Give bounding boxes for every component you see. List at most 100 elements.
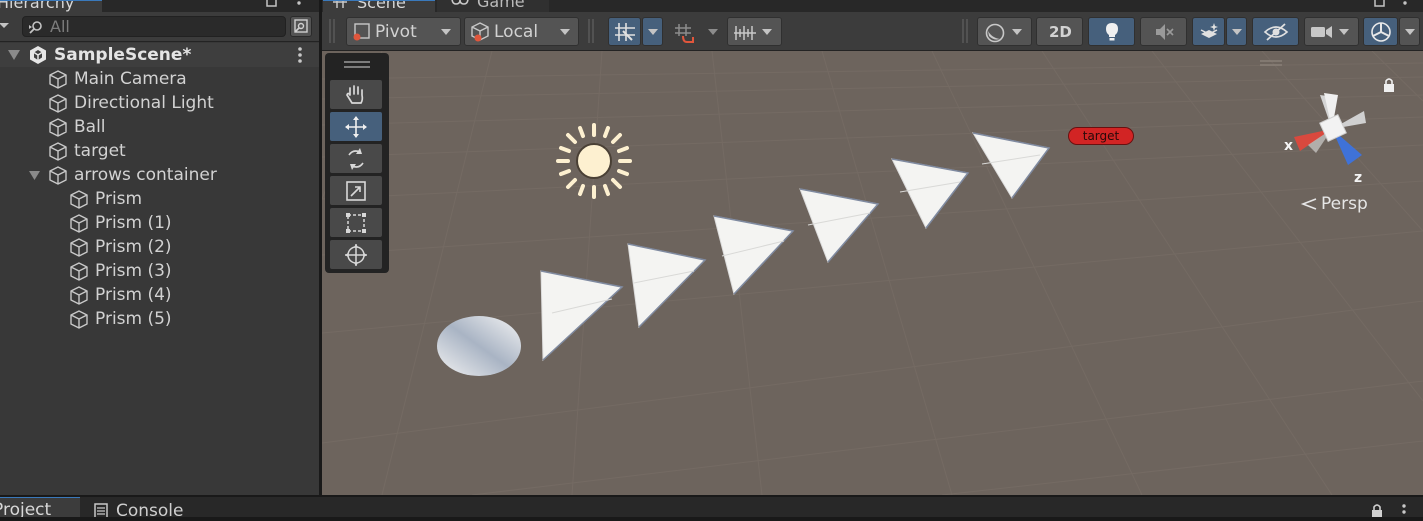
move-arrows-icon [345,116,367,138]
add-dropdown-caret-icon[interactable] [0,20,9,30]
grid-snapping-dropdown[interactable] [642,17,663,46]
hierarchy-item-prism-3[interactable]: Prism (3) [0,259,319,283]
scene-viewport[interactable]: target x z Persp [322,51,1423,495]
hierarchy-item-label: Prism [95,189,143,209]
hierarchy-item-prism-5[interactable]: Prism (5) [0,307,319,331]
gameobject-cube-icon [70,262,88,281]
local-dropdown[interactable]: Local [464,17,579,46]
persp-arrow-icon [1300,198,1317,210]
prism-3[interactable] [799,188,880,263]
prism-1[interactable] [627,243,707,329]
rect-transform-icon [346,213,366,233]
prism-5[interactable] [971,132,1051,199]
rect-tool-button[interactable] [330,208,382,237]
hierarchy-item-ball[interactable]: Ball [0,115,319,139]
tab-console[interactable]: Console [116,501,184,521]
overlay-handle-icon[interactable] [1259,59,1283,67]
increment-snap-button[interactable] [668,17,701,46]
tab-scene[interactable]: Scene [323,0,435,12]
hierarchy-item-target[interactable]: target [0,139,319,163]
hierarchy-item-prism-2[interactable]: Prism (2) [0,235,319,259]
target-object-label[interactable]: target [1068,127,1134,145]
hierarchy-item-prism-1[interactable]: Prism (1) [0,211,319,235]
caret-icon [708,29,718,35]
hierarchy-item-prism[interactable]: Prism [0,187,319,211]
scene-audio-button[interactable] [1140,17,1187,46]
maximize-icon[interactable] [266,0,278,8]
tab-scene-label: Scene [357,0,406,12]
axis-x-label: x [1284,138,1294,154]
hierarchy-item-label: arrows container [74,165,217,185]
hierarchy-item-label: Ball [74,117,106,137]
panel-menu-icon[interactable] [1402,0,1408,8]
pivot-label: Pivot [375,22,417,42]
rotate-tool-button[interactable] [330,144,382,173]
bottom-tab-strip [0,495,1423,517]
scene-menu-icon[interactable] [296,46,304,64]
scene-toolbar: Pivot Local 2D [322,12,1423,51]
toggle-2d-button[interactable]: 2D [1036,17,1083,46]
ruler-dropdown[interactable] [727,17,782,46]
orientation-gizmo[interactable] [1282,89,1382,189]
scene-effects-dropdown[interactable] [1226,17,1247,46]
tab-hierarchy[interactable]: Hierarchy [0,0,102,12]
hierarchy-item-directional-light[interactable]: Directional Light [0,91,319,115]
tab-project[interactable]: Project [0,497,80,517]
expand-arrow-icon[interactable] [29,170,41,181]
shading-mode-dropdown[interactable] [977,17,1032,46]
console-icon [94,503,108,517]
panel-menu-icon[interactable] [296,0,302,8]
lock-icon[interactable] [1370,503,1384,517]
shading-sphere-icon [985,23,1005,43]
search-icon [29,21,42,34]
prism-0[interactable] [540,270,624,362]
gameobject-cube-icon [49,142,67,161]
grid-snapping-button[interactable] [608,17,641,46]
pivot-caret-icon [441,29,451,35]
lock-icon[interactable] [1382,77,1396,93]
gizmo-globe-icon [1371,22,1391,42]
search-window-icon [294,19,308,33]
hierarchy-item-arrows-container[interactable]: arrows container [0,163,319,187]
move-tool-button[interactable] [330,112,382,141]
hierarchy-item-label: Main Camera [74,69,187,89]
gameobject-cube-icon [49,70,67,89]
unity-scene-icon [30,46,46,64]
gameobject-cube-icon [49,118,67,137]
maximize-icon[interactable] [1374,0,1386,8]
scene-effects-button[interactable] [1192,17,1225,46]
caret-icon [1232,29,1242,35]
grid-snap-icon [615,23,635,41]
gameobject-cube-icon [49,94,67,113]
hierarchy-item-label: Prism (1) [95,213,172,233]
transform-tool-button[interactable] [330,240,382,269]
scene-visibility-button[interactable] [1252,17,1299,46]
scene-camera-dropdown[interactable] [1304,17,1359,46]
hierarchy-item-prism-4[interactable]: Prism (4) [0,283,319,307]
axis-z-label: z [1354,170,1363,186]
scene-expand-arrow-icon[interactable] [8,49,22,61]
scene-lighting-button[interactable] [1088,17,1135,46]
hierarchy-item-main-camera[interactable]: Main Camera [0,67,319,91]
scale-icon [346,181,366,201]
panel-menu-icon[interactable] [1400,503,1408,517]
prism-2[interactable] [713,215,795,296]
increment-snap-dropdown[interactable] [702,17,723,46]
local-caret-icon [560,29,570,35]
hand-icon [346,85,364,104]
gizmos-button[interactable] [1363,17,1398,46]
caret-icon [1339,29,1349,35]
gameobject-cube-icon [49,166,67,185]
tools-drag-handle-icon[interactable] [344,60,370,70]
tab-game[interactable]: Game [437,0,549,12]
toggle-2d-label: 2D [1049,23,1072,41]
gameobject-cube-icon [70,214,88,233]
pivot-dropdown[interactable]: Pivot [346,17,461,46]
prism-4[interactable] [891,158,970,229]
scale-tool-button[interactable] [330,176,382,205]
caret-icon [1405,29,1415,35]
caret-icon [648,29,658,35]
hand-tool-button[interactable] [330,80,382,109]
gizmos-dropdown[interactable] [1399,17,1420,46]
persp-label[interactable]: Persp [1321,194,1368,214]
